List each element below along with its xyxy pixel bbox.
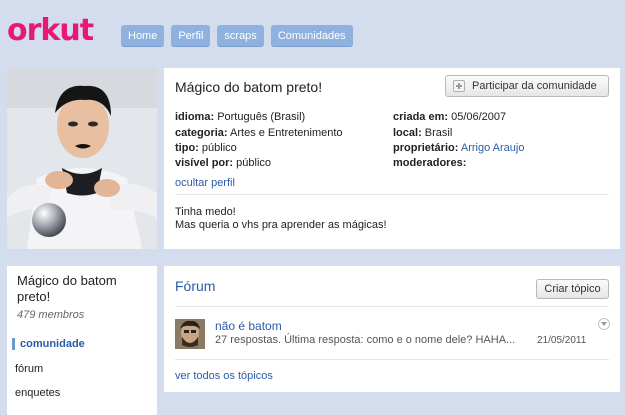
sidebar-community-title: Mágico do batom preto! — [17, 273, 117, 304]
field-moderadores: moderadores: — [393, 157, 466, 169]
forum-divider-top — [175, 306, 609, 307]
forum-title[interactable]: Fórum — [175, 278, 215, 294]
field-local: local: Brasil — [393, 127, 452, 139]
community-photo — [7, 68, 157, 249]
field-criada-value: 05/06/2007 — [451, 111, 507, 123]
owner-link[interactable]: Arrigo Araujo — [461, 142, 525, 154]
field-local-label: local: — [393, 127, 422, 139]
chevron-down-icon[interactable] — [598, 318, 610, 330]
nav-perfil-button[interactable]: Perfil — [171, 25, 211, 47]
description-line-1: Tinha medo! — [175, 206, 236, 218]
field-local-value: Brasil — [424, 127, 453, 139]
field-tipo-label: tipo: — [175, 142, 199, 154]
field-visivel-label: visível por: — [175, 157, 234, 169]
field-visivel-value: público — [236, 157, 271, 169]
field-visivel: visível por: público — [175, 157, 271, 169]
field-idioma-value: Português (Brasil) — [217, 111, 306, 123]
topic-avatar[interactable] — [175, 319, 205, 349]
plus-icon — [453, 80, 465, 92]
sidebar-item-comunidade[interactable]: comunidade — [12, 338, 85, 350]
field-moderadores-label: moderadores: — [393, 157, 467, 169]
field-categoria-value: Artes e Entretenimento — [230, 127, 343, 139]
sidebar: Mágico do batom preto! 479 membros comun… — [7, 266, 157, 415]
field-proprietario-label: proprietário: — [393, 142, 459, 154]
forum-panel: Fórum Criar tópico não é batom 27 respos… — [164, 266, 620, 392]
nav-comunidades-button[interactable]: Comunidades — [270, 25, 353, 47]
topic-meta: 27 respostas. Última resposta: como e o … — [215, 334, 516, 346]
field-idioma-label: idioma: — [175, 111, 215, 123]
topic-title-link[interactable]: não é batom — [215, 319, 282, 333]
forum-divider-bottom — [175, 359, 609, 360]
member-count: 479 membros — [17, 309, 85, 321]
sidebar-item-enquetes[interactable]: enquetes — [15, 387, 60, 399]
nav-scraps-button[interactable]: scraps — [217, 25, 264, 47]
info-divider — [175, 194, 609, 195]
orkut-logo[interactable]: orkut — [7, 13, 94, 48]
hide-profile-link[interactable]: ocultar perfil — [175, 177, 235, 189]
field-criada-label: criada em: — [393, 111, 449, 123]
all-topics-link[interactable]: ver todos os tópicos — [175, 370, 273, 382]
community-info-panel: Mágico do batom preto! Participar da com… — [164, 68, 620, 249]
top-bar: orkut Home Perfil scraps Comunidades — [0, 0, 625, 68]
field-tipo-value: público — [201, 142, 237, 154]
magician-image — [7, 68, 157, 249]
field-categoria-label: categoria: — [175, 127, 228, 139]
description-line-2: Mas queria o vhs pra aprender as mágicas… — [175, 219, 387, 231]
field-proprietario: proprietário: Arrigo Araujo — [393, 142, 524, 154]
nav-home-button[interactable]: Home — [121, 25, 165, 47]
user-photo — [175, 319, 205, 349]
create-topic-button[interactable]: Criar tópico — [536, 279, 609, 299]
sidebar-item-forum[interactable]: fórum — [15, 363, 43, 375]
field-categoria: categoria: Artes e Entretenimento — [175, 127, 343, 139]
field-criada: criada em: 05/06/2007 — [393, 111, 506, 123]
community-title: Mágico do batom preto! — [175, 79, 323, 95]
main-nav: Home Perfil scraps Comunidades — [121, 25, 353, 47]
join-community-label: Participar da comunidade — [472, 80, 597, 92]
field-idioma: idioma: Português (Brasil) — [175, 111, 305, 123]
join-community-button[interactable]: Participar da comunidade — [445, 75, 609, 97]
topic-date: 21/05/2011 — [537, 335, 587, 346]
field-tipo: tipo: público — [175, 142, 237, 154]
